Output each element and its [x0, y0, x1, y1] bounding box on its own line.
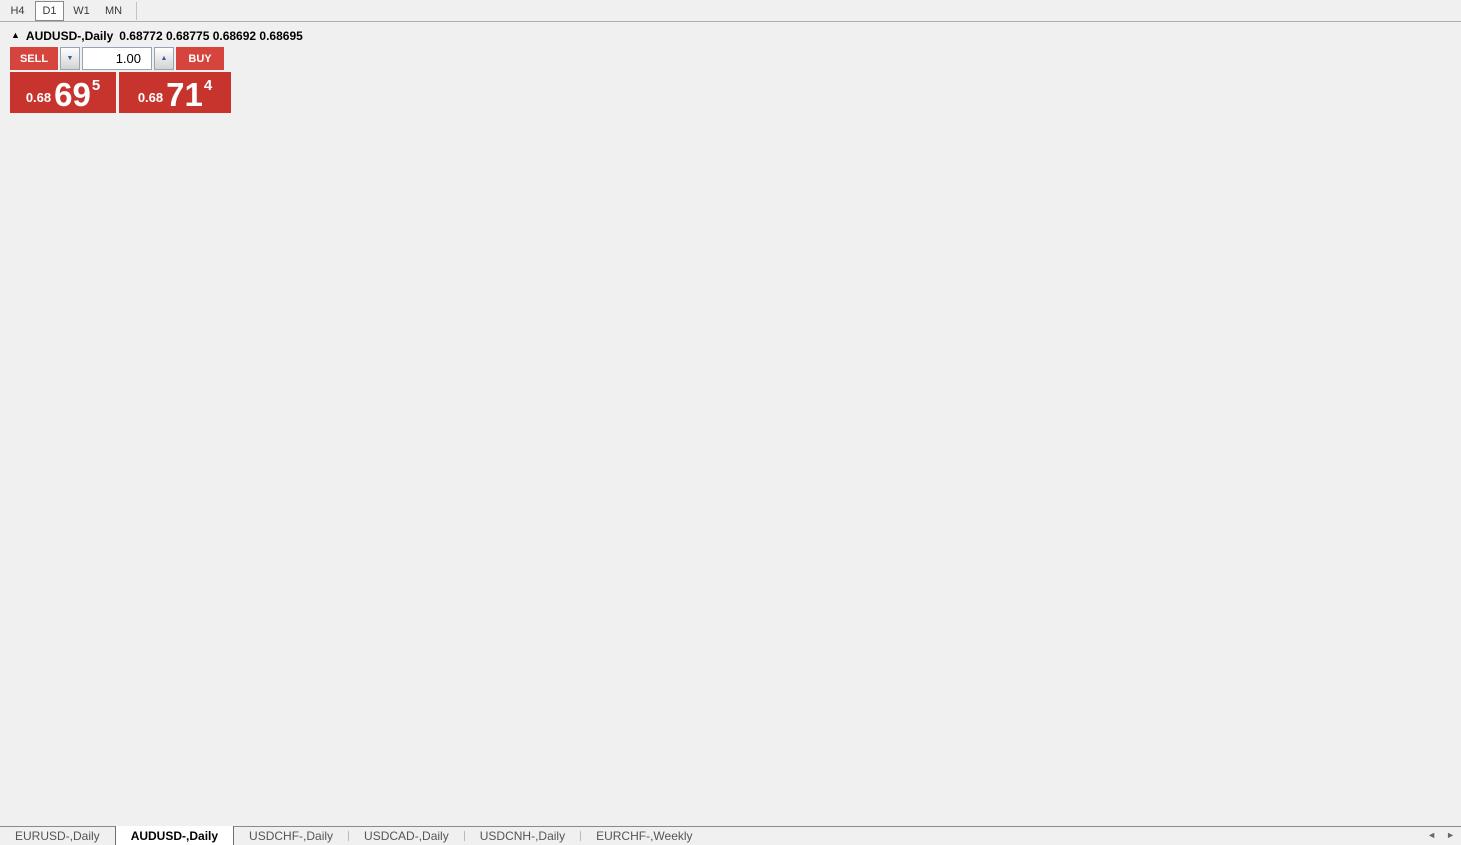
chart-symbol-period: AUDUSD-,Daily — [25, 29, 114, 43]
chevron-down-icon: ▼ — [66, 55, 74, 62]
volume-input[interactable] — [82, 47, 152, 70]
chart-ohlc-values: 0.68772 0.68775 0.68692 0.68695 — [119, 29, 303, 43]
one-click-trading-panel: SELL ▼ ▲ BUY 0.68 69 5 0.68 71 4 — [10, 47, 231, 113]
chart-canvas[interactable] — [0, 0, 1461, 845]
tab-audusd-daily[interactable]: AUDUSD-,Daily — [114, 826, 235, 845]
sell-price-prefix: 0.68 — [25, 90, 52, 105]
volume-increase-button[interactable]: ▲ — [154, 47, 174, 70]
sell-price-big: 69 — [54, 75, 91, 113]
chart-tab-bar: EURUSD-,Daily AUDUSD-,Daily USDCHF-,Daily U… — [0, 826, 1461, 845]
tab-eurusd-daily[interactable]: EURUSD-,Daily — [0, 827, 115, 845]
tab-eurchf-weekly[interactable]: EURCHF-,Weekly — [581, 827, 707, 845]
tab-scroll-left-icon[interactable]: ◄ — [1427, 830, 1436, 840]
buy-button[interactable]: BUY — [176, 47, 224, 70]
buy-price-big: 71 — [166, 75, 203, 113]
chevron-up-icon: ▲ — [160, 55, 168, 62]
sell-price-display[interactable]: 0.68 69 5 — [10, 72, 116, 113]
tab-usdchf-daily[interactable]: USDCHF-,Daily — [234, 827, 348, 845]
tab-scroll-controls: ◄ ► — [1427, 830, 1455, 840]
tab-usdcnh-daily[interactable]: USDCNH-,Daily — [465, 827, 580, 845]
tab-usdcad-daily[interactable]: USDCAD-,Daily — [349, 827, 464, 845]
tab-scroll-right-icon[interactable]: ► — [1446, 830, 1455, 840]
sell-price-pip: 5 — [91, 77, 101, 94]
buy-price-display[interactable]: 0.68 71 4 — [119, 72, 231, 113]
buy-price-pip: 4 — [203, 77, 213, 94]
chart-title: ▲ AUDUSD-,Daily 0.68772 0.68775 0.68692 … — [11, 29, 303, 43]
sell-button[interactable]: SELL — [10, 47, 58, 70]
symbol-marker-icon: ▲ — [11, 30, 20, 40]
volume-decrease-button[interactable]: ▼ — [60, 47, 80, 70]
buy-price-prefix: 0.68 — [137, 90, 164, 105]
